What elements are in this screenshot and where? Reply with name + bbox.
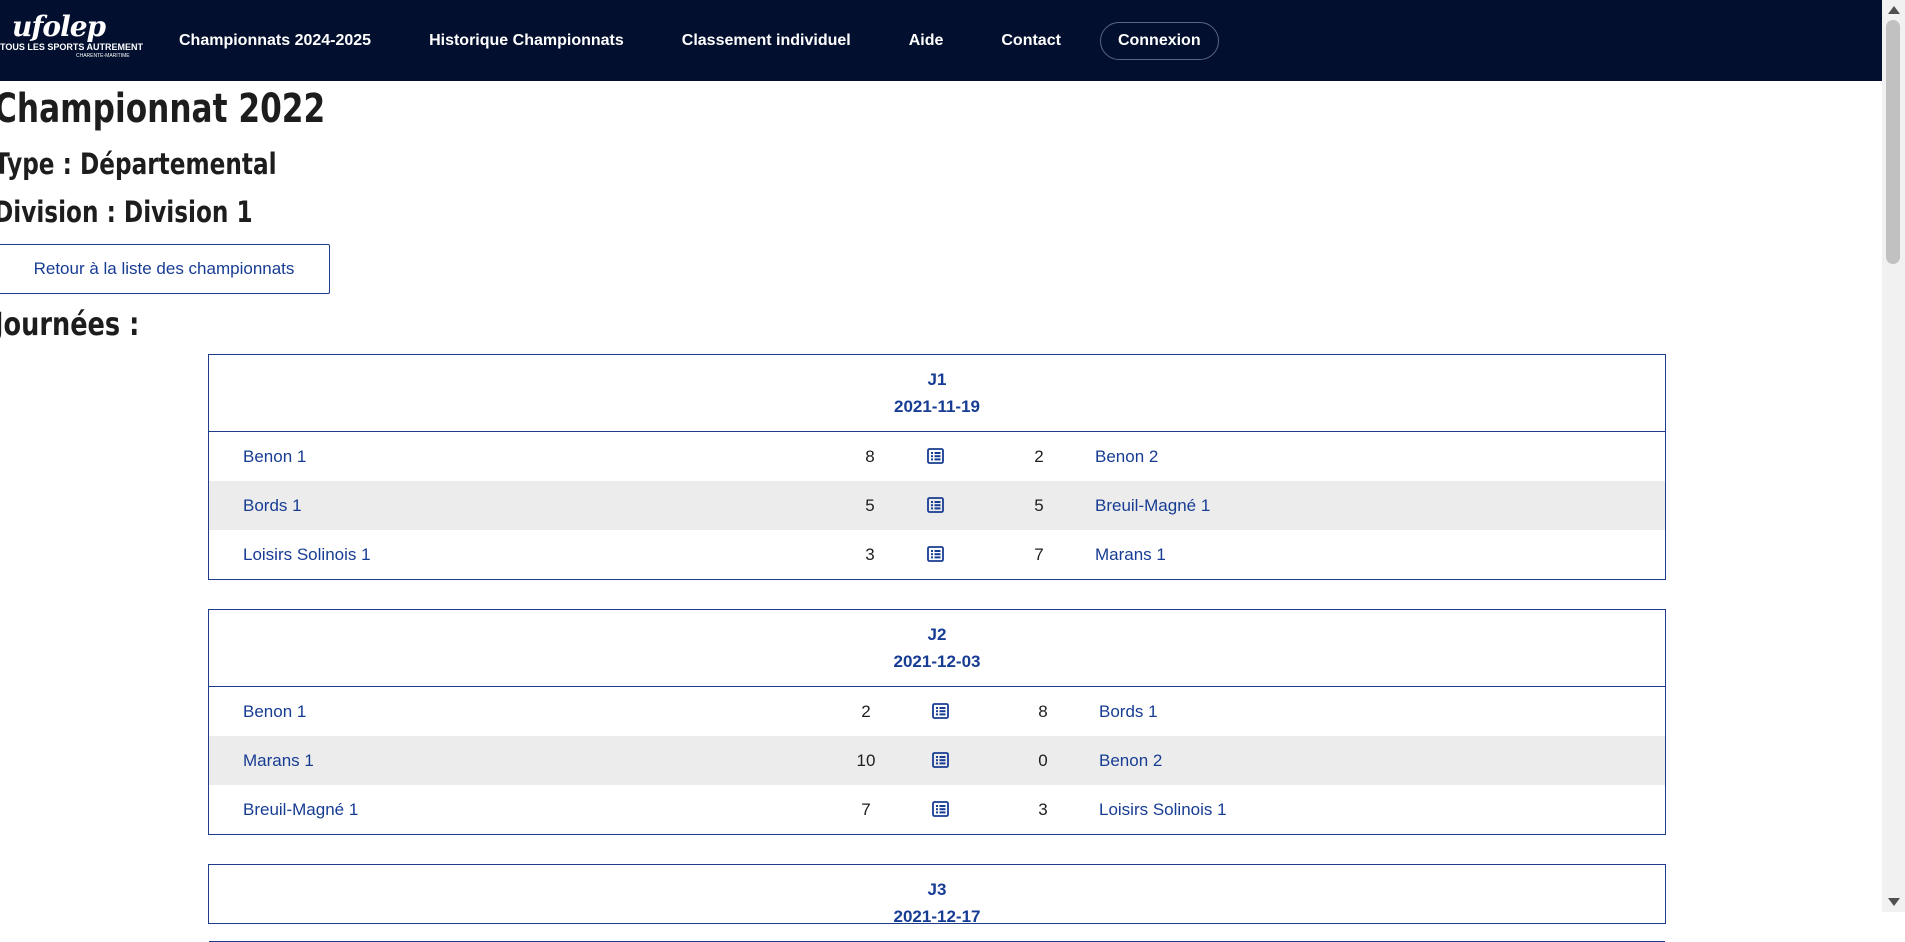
nav-link-aide[interactable]: Aide <box>880 32 973 50</box>
home-score: 7 <box>861 800 871 819</box>
list-details-icon[interactable] <box>932 703 949 719</box>
journee-label: J1 <box>927 370 947 389</box>
away-team-link[interactable]: Loisirs Solinois 1 <box>1099 785 1227 834</box>
away-score: 3 <box>1038 800 1048 819</box>
match-row: Benon 1 2 8 Bords 1 <box>209 687 1665 736</box>
nav-link-championnats[interactable]: Championnats 2024-2025 <box>150 32 400 50</box>
home-team-link[interactable]: Loisirs Solinois 1 <box>243 530 371 579</box>
journee-date: 2021-12-03 <box>893 652 981 671</box>
ufolep-logo[interactable]: ufolep TOUS LES SPORTS AUTREMENT CHARENT… <box>0 8 143 64</box>
home-score: 8 <box>865 447 875 466</box>
logo-tagline: TOUS LES SPORTS AUTREMENT <box>0 42 144 52</box>
away-team-link[interactable]: Benon 2 <box>1099 736 1162 785</box>
list-details-icon[interactable] <box>932 752 949 768</box>
logo-wordmark: ufolep <box>12 10 106 43</box>
journee-card: J2 2021-12-03 Benon 1 2 8 Bords 1 Marans… <box>208 609 1666 835</box>
list-details-icon[interactable] <box>927 546 944 562</box>
login-button[interactable]: Connexion <box>1099 21 1219 60</box>
away-score: 2 <box>1034 447 1044 466</box>
logo-subtitle: CHARENTE-MARITIME <box>76 53 130 59</box>
home-team-link[interactable]: Bords 1 <box>243 481 302 530</box>
top-navbar: ufolep TOUS LES SPORTS AUTREMENT CHARENT… <box>0 0 1882 81</box>
scroll-down-arrow-icon[interactable] <box>1888 898 1900 906</box>
away-score: 5 <box>1034 496 1044 515</box>
scrollbar-thumb[interactable] <box>1886 20 1900 264</box>
home-team-link[interactable]: Marans 1 <box>243 736 314 785</box>
journee-card: J1 2021-11-19 Benon 1 8 2 Benon 2 Bords … <box>208 354 1666 580</box>
list-details-icon[interactable] <box>927 497 944 513</box>
match-row: Loisirs Solinois 1 3 7 Marans 1 <box>209 530 1665 579</box>
championship-type: Type : Départemental <box>0 147 277 181</box>
away-score: 7 <box>1034 545 1044 564</box>
away-score: 8 <box>1038 702 1048 721</box>
page-title: Championnat 2022 <box>0 86 326 132</box>
home-score: 3 <box>865 545 875 564</box>
match-row: Marans 1 10 0 Benon 2 <box>209 736 1665 785</box>
match-row: Bords 1 5 5 Breuil-Magné 1 <box>209 481 1665 530</box>
championship-division: Division : Division 1 <box>0 195 253 229</box>
away-team-link[interactable]: Benon 2 <box>1095 432 1158 481</box>
journee-header: J2 2021-12-03 <box>209 610 1665 687</box>
away-team-link[interactable]: Bords 1 <box>1099 687 1158 736</box>
away-score: 0 <box>1038 751 1048 770</box>
scroll-up-arrow-icon[interactable] <box>1888 6 1900 14</box>
home-score: 10 <box>856 751 876 770</box>
journee-card: J3 2021-12-17 <box>208 864 1666 942</box>
match-row: Breuil-Magné 1 7 3 Loisirs Solinois 1 <box>209 785 1665 834</box>
page-scrollbar[interactable] <box>1882 0 1905 912</box>
home-team-link[interactable]: Breuil-Magné 1 <box>243 785 358 834</box>
journee-header: J1 2021-11-19 <box>209 355 1665 432</box>
back-to-list-button[interactable]: Retour à la liste des championnats <box>0 244 330 294</box>
nav-menu: Championnats 2024-2025 Historique Champi… <box>150 0 1219 81</box>
nav-link-historique[interactable]: Historique Championnats <box>400 32 653 50</box>
home-team-link[interactable]: Benon 1 <box>243 432 306 481</box>
home-score: 5 <box>865 496 875 515</box>
home-team-link[interactable]: Benon 1 <box>243 687 306 736</box>
journee-header: J3 2021-12-17 <box>209 865 1665 942</box>
match-row: Benon 1 8 2 Benon 2 <box>209 432 1665 481</box>
journee-date: 2021-12-17 <box>893 907 981 926</box>
nav-link-classement[interactable]: Classement individuel <box>653 32 880 50</box>
nav-link-contact[interactable]: Contact <box>972 32 1090 50</box>
journee-label: J2 <box>927 625 947 644</box>
list-details-icon[interactable] <box>932 801 949 817</box>
home-score: 2 <box>861 702 871 721</box>
away-team-link[interactable]: Marans 1 <box>1095 530 1166 579</box>
list-details-icon[interactable] <box>927 448 944 464</box>
away-team-link[interactable]: Breuil-Magné 1 <box>1095 481 1210 530</box>
journee-date: 2021-11-19 <box>893 397 981 416</box>
journees-heading: Journées : <box>0 305 140 343</box>
journee-label: J3 <box>927 880 947 899</box>
